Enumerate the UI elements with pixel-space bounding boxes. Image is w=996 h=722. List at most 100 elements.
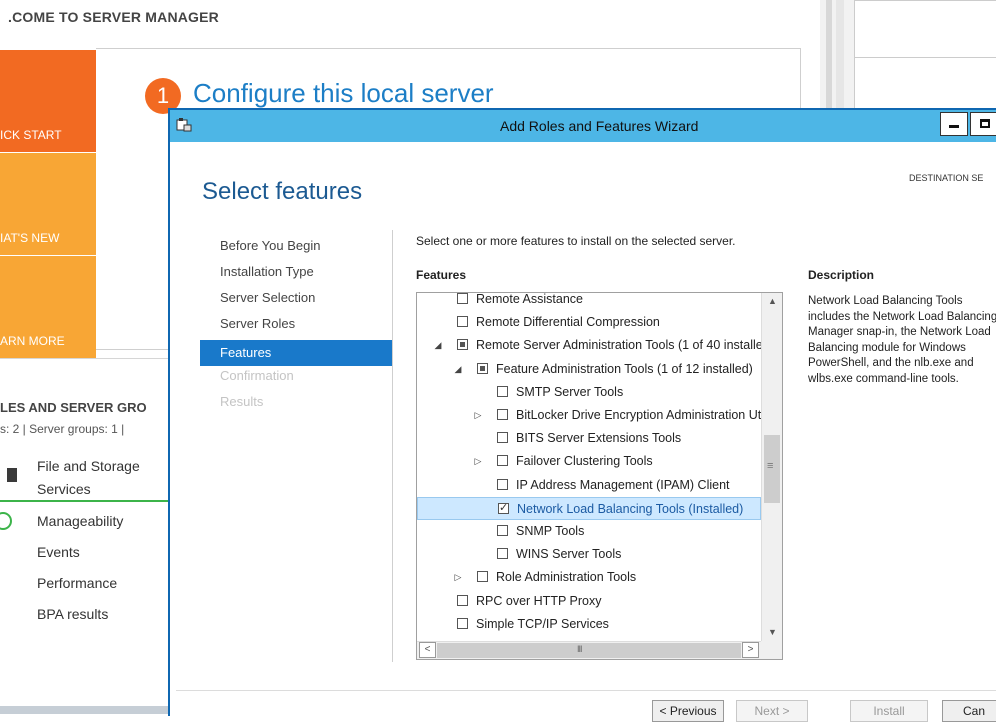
feature-checkbox[interactable] bbox=[497, 478, 508, 490]
minimize-button[interactable] bbox=[940, 112, 968, 136]
side-item-manageability[interactable]: Manageability bbox=[37, 513, 123, 529]
tile-learn-more[interactable]: ARN MORE bbox=[0, 256, 96, 358]
feature-row[interactable]: Remote Assistance bbox=[417, 293, 761, 311]
feature-checkbox[interactable] bbox=[497, 525, 508, 536]
vertical-scroll-thumb[interactable] bbox=[764, 435, 780, 503]
feature-label: SNMP Tools bbox=[516, 524, 585, 538]
feature-label: Network Load Balancing Tools (Installed) bbox=[517, 501, 744, 516]
scroll-down-arrow-icon[interactable]: ▼ bbox=[762, 624, 782, 641]
scroll-left-arrow-icon[interactable]: < bbox=[419, 642, 436, 658]
welcome-title: .COME TO SERVER MANAGER bbox=[8, 9, 219, 25]
feature-row[interactable]: SNMP Tools bbox=[417, 520, 761, 543]
collapsed-arrow-icon[interactable]: ▷ bbox=[473, 455, 483, 467]
feature-checkbox[interactable] bbox=[477, 571, 488, 583]
wizard-body: Select features DESTINATION SE Before Yo… bbox=[176, 142, 996, 722]
tile-quick-start-label: ICK START bbox=[0, 128, 62, 142]
feature-row[interactable]: RPC over HTTP Proxy bbox=[417, 590, 761, 613]
scrollbar-corner bbox=[761, 641, 782, 659]
scroll-right-arrow-icon[interactable]: > bbox=[742, 642, 759, 658]
instruction-text: Select one or more features to install o… bbox=[416, 234, 736, 248]
step-features[interactable]: Features bbox=[200, 340, 392, 366]
destination-server-label: DESTINATION SE bbox=[909, 173, 984, 183]
feature-checkbox[interactable] bbox=[497, 385, 508, 397]
tile-whats-new[interactable]: IAT'S NEW bbox=[0, 153, 96, 255]
side-item-events[interactable]: Events bbox=[37, 544, 80, 560]
feature-checkbox[interactable] bbox=[457, 293, 468, 304]
feature-checkbox[interactable] bbox=[498, 501, 509, 514]
page-title: Select features bbox=[202, 178, 363, 205]
feature-checkbox[interactable] bbox=[477, 362, 488, 374]
cancel-button[interactable]: Can bbox=[942, 700, 996, 722]
add-roles-wizard-window: Add Roles and Features Wizard Select fea… bbox=[168, 108, 996, 722]
previous-button[interactable]: < Previous bbox=[652, 700, 724, 722]
feature-label: BitLocker Drive Encryption Administratio… bbox=[516, 408, 761, 422]
feature-label: Feature Administration Tools (1 of 12 in… bbox=[496, 361, 753, 376]
step-results: Results bbox=[220, 394, 264, 409]
feature-row[interactable]: ▷ BitLocker Drive Encryption Administrati… bbox=[417, 404, 761, 427]
feature-row[interactable]: BITS Server Extensions Tools bbox=[417, 427, 761, 450]
feature-checkbox[interactable] bbox=[457, 617, 468, 629]
step-server-roles[interactable]: Server Roles bbox=[220, 316, 295, 331]
feature-checkbox[interactable] bbox=[457, 339, 468, 351]
feature-checkbox[interactable] bbox=[457, 316, 468, 328]
horizontal-scroll-thumb[interactable] bbox=[437, 643, 741, 658]
feature-checkbox[interactable] bbox=[497, 432, 508, 444]
wizard-title: Add Roles and Features Wizard bbox=[500, 118, 699, 134]
side-item-file-storage[interactable]: File and Storage bbox=[37, 458, 140, 474]
tile-learn-more-label: ARN MORE bbox=[0, 334, 65, 348]
feature-checkbox[interactable] bbox=[457, 594, 468, 606]
collapsed-arrow-icon[interactable]: ▷ bbox=[453, 571, 463, 583]
roles-groups-heading: LES AND SERVER GRO bbox=[0, 400, 147, 415]
expanded-arrow-icon[interactable]: ◢ bbox=[433, 339, 443, 351]
feature-row[interactable]: ▷ Failover Clustering Tools bbox=[417, 450, 761, 473]
feature-checkbox[interactable] bbox=[497, 548, 508, 560]
tree-vertical-scrollbar[interactable]: ▲ ▼ bbox=[761, 293, 782, 641]
feature-checkbox[interactable] bbox=[497, 455, 508, 467]
feature-label: SMTP Server Tools bbox=[516, 384, 624, 399]
feature-checkbox[interactable] bbox=[497, 409, 508, 420]
manageability-status-icon bbox=[0, 512, 12, 530]
feature-row[interactable]: Network Load Balancing Tools (Installed) bbox=[417, 496, 761, 520]
install-button[interactable]: Install bbox=[850, 700, 928, 722]
collapsed-arrow-icon[interactable]: ▷ bbox=[473, 409, 483, 421]
feature-row[interactable]: Remote Differential Compression bbox=[417, 311, 761, 334]
wizard-titlebar[interactable]: Add Roles and Features Wizard bbox=[170, 110, 996, 142]
feature-label: Failover Clustering Tools bbox=[516, 454, 653, 469]
feature-label: Remote Differential Compression bbox=[476, 315, 660, 330]
tile-quick-start[interactable]: ICK START bbox=[0, 50, 96, 152]
step-server-selection[interactable]: Server Selection bbox=[220, 290, 315, 305]
roles-groups-subheading: s: 2 | Server groups: 1 | bbox=[0, 422, 125, 436]
feature-label: Remote Server Administration Tools (1 of… bbox=[476, 338, 761, 353]
maximize-button[interactable] bbox=[970, 112, 996, 136]
configure-local-server-link[interactable]: Configure this local server bbox=[193, 78, 494, 109]
feature-row[interactable]: ◢ Feature Administration Tools (1 of 12 i… bbox=[417, 358, 761, 381]
feature-label: BITS Server Extensions Tools bbox=[516, 431, 682, 446]
bottom-strip bbox=[0, 706, 168, 714]
next-button[interactable]: Next > bbox=[736, 700, 808, 722]
side-item-performance[interactable]: Performance bbox=[37, 575, 117, 591]
feature-label: Simple TCP/IP Services bbox=[476, 616, 609, 631]
section-divider bbox=[0, 358, 168, 359]
feature-row[interactable]: ▷ Role Administration Tools bbox=[417, 566, 761, 589]
side-item-services[interactable]: Services bbox=[37, 481, 91, 497]
scroll-up-arrow-icon[interactable]: ▲ bbox=[762, 293, 782, 310]
features-tree[interactable]: Remote Assistance Remote Differential Com… bbox=[416, 292, 783, 660]
expanded-arrow-icon[interactable]: ◢ bbox=[453, 363, 463, 375]
step-before-you-begin[interactable]: Before You Begin bbox=[220, 238, 320, 253]
features-tree-list: Remote Assistance Remote Differential Com… bbox=[417, 293, 761, 641]
step-installation-type[interactable]: Installation Type bbox=[220, 264, 314, 279]
feature-row[interactable]: Simple TCP/IP Services bbox=[417, 613, 761, 636]
tree-horizontal-scrollbar[interactable]: < > bbox=[417, 641, 761, 659]
server-manager-header: .COME TO SERVER MANAGER bbox=[0, 0, 820, 40]
side-item-bpa-results[interactable]: BPA results bbox=[37, 606, 108, 622]
feature-row[interactable]: ◢ Remote Server Administration Tools (1 o… bbox=[417, 334, 761, 357]
step-features-label: Features bbox=[220, 345, 272, 360]
file-storage-icon bbox=[7, 468, 17, 482]
status-green-line bbox=[0, 500, 168, 502]
feature-row[interactable]: IP Address Management (IPAM) Client bbox=[417, 474, 761, 497]
feature-row[interactable]: SMTP Server Tools bbox=[417, 381, 761, 404]
feature-label: Remote Assistance bbox=[476, 293, 583, 306]
nav-divider bbox=[392, 230, 393, 662]
feature-label: IP Address Management (IPAM) Client bbox=[516, 477, 730, 492]
feature-row[interactable]: WINS Server Tools bbox=[417, 543, 761, 566]
